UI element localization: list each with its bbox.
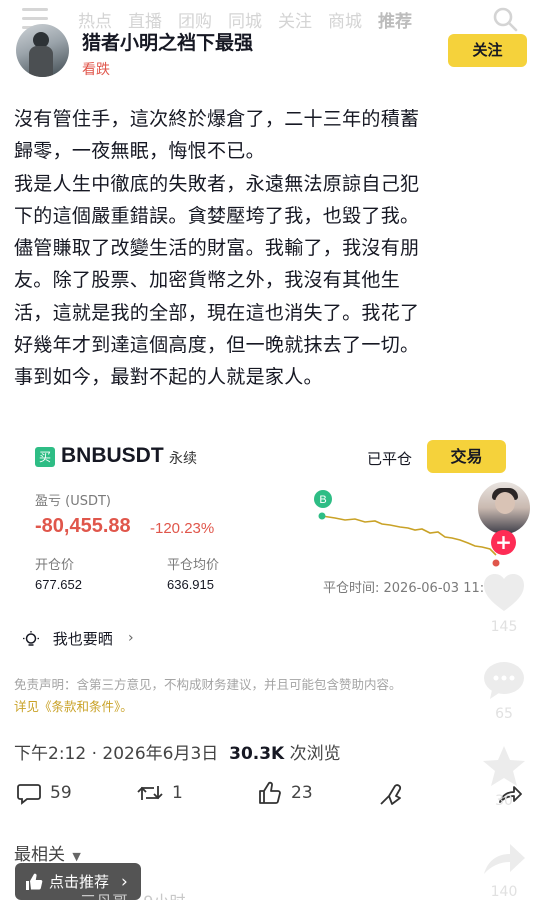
- comment-icon: [17, 784, 41, 805]
- view-count: 30.3K: [229, 744, 285, 764]
- side-comment-count: 65: [495, 706, 513, 722]
- share-my-trade[interactable]: 我也要晒: [22, 628, 113, 649]
- creator-avatar[interactable]: [476, 480, 532, 536]
- post-time: 下午2:12 · 2026年6月3日: [14, 744, 219, 764]
- disclaimer-text: 免责声明：含第三方意见，不构成财务建议，并且可能包含赞助内容。: [14, 677, 402, 692]
- open-price-label: 开仓价: [35, 558, 75, 573]
- entry-marker: [318, 512, 326, 520]
- chevron-right-icon: ›: [128, 630, 134, 646]
- side-comment[interactable]: 65: [476, 660, 532, 722]
- comment-button[interactable]: 59: [16, 780, 72, 806]
- action-bar: 59 1 23: [16, 780, 536, 810]
- tab-following[interactable]: 关注: [278, 7, 328, 32]
- side-like-count: 145: [490, 619, 518, 635]
- repost-button[interactable]: 1: [136, 780, 183, 806]
- contract-type: 永续: [169, 451, 197, 467]
- follow-plus-icon[interactable]: +: [491, 530, 516, 555]
- side-forward-count: 140: [490, 884, 518, 900]
- side-forward[interactable]: 140: [476, 838, 532, 900]
- share-label: 我也要晒: [52, 630, 113, 648]
- trade-symbol: BNBUSDT: [61, 444, 164, 467]
- sort-label: 最相关: [14, 845, 65, 865]
- price-line: [321, 515, 497, 556]
- buy-marker-text: B: [319, 494, 326, 506]
- sort-relevant[interactable]: 最相关 ▼: [14, 840, 81, 865]
- repost-count: 1: [172, 783, 183, 803]
- thumbs-up-icon: [259, 781, 281, 804]
- pnl-value: -80,455.88: [35, 515, 131, 537]
- trade-button[interactable]: 交易: [427, 440, 506, 473]
- heart-icon: [484, 574, 524, 611]
- close-time: 平仓时间: 2026-06-03 11:43: [323, 577, 501, 596]
- pnl-percent: -120.23%: [150, 520, 215, 537]
- like-count: 23: [291, 783, 313, 803]
- star-icon: [483, 746, 525, 786]
- side-like[interactable]: 145: [476, 573, 532, 635]
- comment-bubble-icon: [484, 662, 524, 699]
- side-fav-count: 30: [495, 793, 513, 809]
- terms-link[interactable]: 详见《条款和条件》。: [14, 696, 454, 718]
- position-status: 已平仓: [367, 450, 413, 468]
- tab-mall[interactable]: 商城: [328, 7, 378, 32]
- post-text: 沒有管住手，這次終於爆倉了，二十三年的積蓄 歸零，一夜無眠，悔恨不已。 我是人生…: [14, 108, 420, 389]
- pnl-label: 盈亏 (USDT): [35, 494, 111, 509]
- sentiment-tag: 看跌: [82, 62, 110, 78]
- repost-icon: [137, 786, 163, 800]
- search-icon[interactable]: [492, 6, 518, 32]
- lightbulb-icon: [23, 630, 39, 646]
- disclaimer: 免责声明：含第三方意见，不构成财务建议，并且可能包含赞助内容。 详见《条款和条件…: [14, 674, 454, 718]
- close-price-label: 平仓均价: [167, 558, 220, 573]
- exit-marker: [492, 559, 500, 567]
- tab-recommend[interactable]: 推荐: [378, 7, 428, 32]
- follow-button[interactable]: 关注: [448, 34, 527, 67]
- comment-count: 59: [50, 783, 72, 803]
- tip-icon: [380, 784, 402, 805]
- side-favorite[interactable]: 30: [476, 745, 532, 809]
- tip-button[interactable]: [377, 780, 405, 808]
- post-meta: 下午2:12 · 2026年6月3日 30.3K 次浏览: [14, 739, 341, 764]
- forward-arrow-icon: [484, 844, 525, 874]
- buy-badge: 买: [35, 447, 55, 467]
- next-comment-peek: 三丹哥 · 9小时: [80, 888, 185, 900]
- close-price: 636.915: [167, 577, 214, 592]
- thumb-up-filled-icon: [26, 873, 43, 890]
- author-avatar[interactable]: [16, 24, 69, 77]
- close-time-label: 平仓时间:: [323, 581, 384, 596]
- view-suffix: 次浏览: [284, 744, 341, 764]
- open-price: 677.652: [35, 577, 82, 592]
- caret-down-icon: ▼: [72, 850, 81, 863]
- like-button[interactable]: 23: [257, 780, 313, 806]
- author-name[interactable]: 猎者小明之裆下最强: [82, 28, 253, 55]
